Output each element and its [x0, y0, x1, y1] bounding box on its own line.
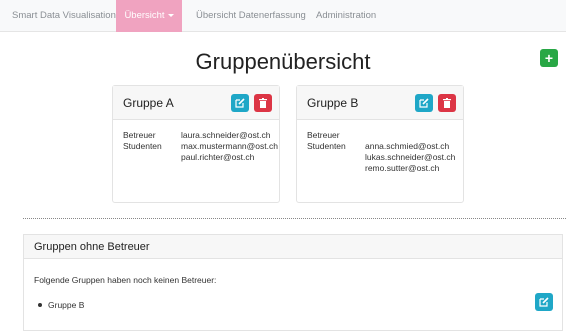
- group-card-header: Gruppe B: [297, 86, 463, 120]
- caret-down-icon: [167, 13, 174, 17]
- delete-group-button[interactable]: [438, 94, 456, 112]
- nav-item-administration[interactable]: Administration: [316, 0, 376, 32]
- student-email: anna.schmied@ost.ch: [365, 141, 450, 151]
- nav-item-label: Übersicht: [124, 10, 165, 21]
- edit-group-button[interactable]: [415, 94, 433, 112]
- student-email: remo.sutter@ost.ch: [365, 163, 440, 173]
- plus-icon: +: [544, 50, 554, 66]
- trash-icon: [443, 98, 451, 108]
- student-email: max.mustermann@ost.ch: [181, 141, 278, 151]
- trash-icon: [259, 98, 267, 108]
- unassigned-group-item: Gruppe B: [48, 300, 85, 310]
- nav-item-uebersicht[interactable]: Übersicht: [116, 0, 182, 32]
- betreuer-label: Betreuer: [123, 130, 156, 140]
- navbar: Smart Data Visualisation Übersicht Übers…: [0, 0, 566, 32]
- group-title: Gruppe A: [123, 96, 174, 110]
- bullet-icon: [38, 303, 42, 307]
- student-email: lukas.schneider@ost.ch: [365, 152, 456, 162]
- panel-header: Gruppen ohne Betreuer: [24, 235, 562, 259]
- panel-description: Folgende Gruppen haben noch keinen Betre…: [34, 275, 217, 285]
- delete-group-button[interactable]: [254, 94, 272, 112]
- nav-item-datenerfassung[interactable]: Übersicht Datenerfassung: [196, 0, 306, 32]
- edit-icon: [539, 297, 549, 307]
- nav-brand[interactable]: Smart Data Visualisation: [12, 0, 116, 32]
- edit-unassigned-button[interactable]: [535, 293, 553, 311]
- student-email: paul.richter@ost.ch: [181, 152, 255, 162]
- edit-icon: [419, 98, 429, 108]
- studenten-label: Studenten: [123, 141, 162, 151]
- panel-title: Gruppen ohne Betreuer: [34, 241, 150, 253]
- edit-group-button[interactable]: [231, 94, 249, 112]
- betreuer-email: laura.schneider@ost.ch: [181, 130, 271, 140]
- section-divider: [23, 218, 566, 219]
- edit-icon: [235, 98, 245, 108]
- studenten-label: Studenten: [307, 141, 346, 151]
- add-group-button[interactable]: +: [540, 49, 558, 67]
- group-card-a: Gruppe A Betreuer laura.schneider@ost.ch…: [112, 85, 280, 203]
- group-card-header: Gruppe A: [113, 86, 279, 120]
- betreuer-label: Betreuer: [307, 130, 340, 140]
- group-card-b: Gruppe B Betreuer Studenten anna.schmied…: [296, 85, 464, 203]
- page-title: Gruppenübersicht: [195, 49, 371, 74]
- group-title: Gruppe B: [307, 96, 359, 110]
- unassigned-groups-panel: Gruppen ohne Betreuer Folgende Gruppen h…: [23, 234, 563, 331]
